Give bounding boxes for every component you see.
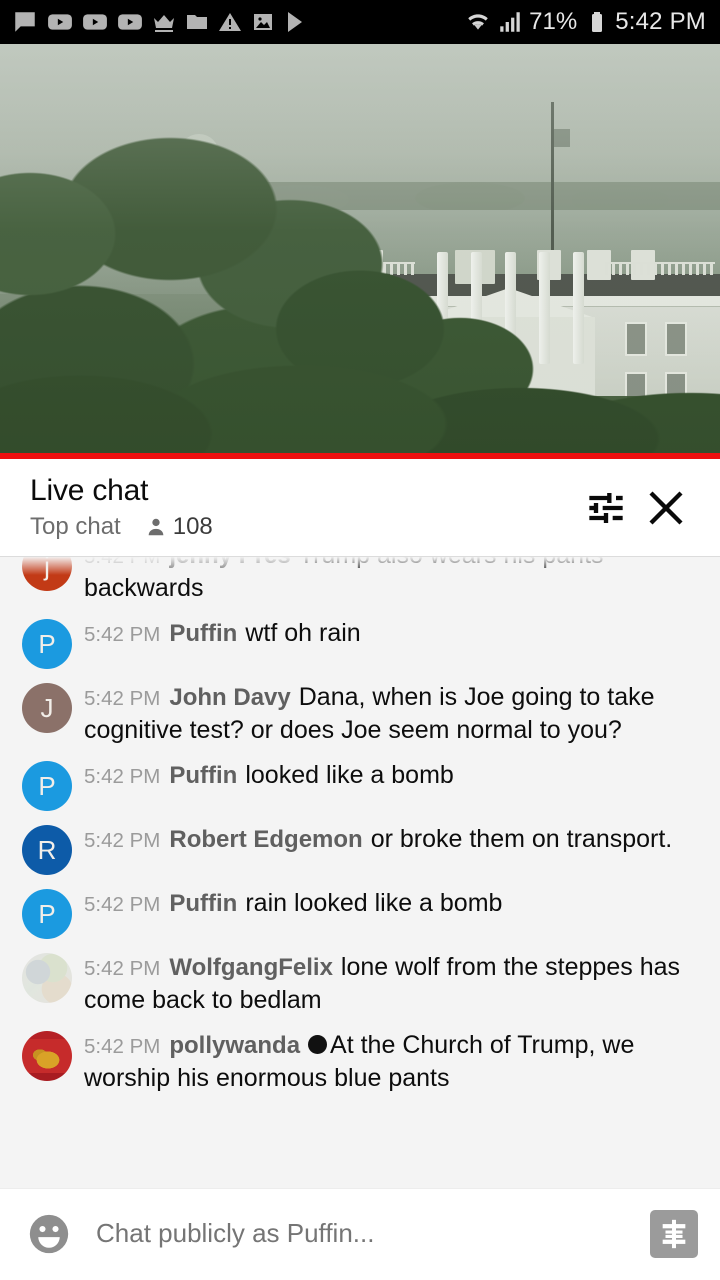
message-text: wtf oh rain <box>245 619 361 647</box>
message-author[interactable]: John Davy <box>169 684 290 711</box>
super-chat-button[interactable] <box>650 1209 698 1258</box>
avatar[interactable]: J <box>22 683 72 733</box>
chat-mode-label[interactable]: Top chat <box>30 513 121 541</box>
chat-message-body: 5:42 PM Robert Edgemon or broke them on tr… <box>84 819 706 875</box>
close-chat-button[interactable] <box>636 478 696 538</box>
warning-triangle-icon <box>219 13 241 31</box>
crown-icon <box>154 15 174 32</box>
youtube-icon <box>83 14 107 30</box>
viewer-count-label: 108 <box>172 513 213 541</box>
chat-settings-button[interactable] <box>576 478 636 538</box>
chat-message-body: 5:42 PM Puffin looked like a bomb <box>84 755 706 811</box>
message-author[interactable]: Puffin <box>169 762 237 789</box>
message-timestamp: 5:42 PM <box>84 765 161 788</box>
foreground-trees-bottom <box>0 344 720 459</box>
avatar[interactable] <box>22 953 72 1003</box>
battery-percent-label: 71% <box>529 8 578 35</box>
youtube-icon <box>118 14 142 30</box>
folder-icon <box>187 15 207 29</box>
live-chat-header: Live chat Top chat 108 <box>0 459 720 556</box>
message-author[interactable]: jenny Pres <box>169 557 290 569</box>
wifi-icon <box>468 14 488 30</box>
super-chat-dollar-icon <box>662 1219 686 1248</box>
close-icon <box>649 490 683 525</box>
live-chat-header-text: Live chat Top chat 108 <box>30 474 576 542</box>
status-bar: 71% 5:42 PM <box>0 0 720 44</box>
chat-message[interactable]: P 5:42 PM Puffin wtf oh rain <box>0 613 720 669</box>
emoji-picker-button[interactable] <box>26 1211 72 1257</box>
message-text: or broke them on transport. <box>370 825 673 853</box>
cell-signal-icon <box>500 12 520 32</box>
message-timestamp: 5:42 PM <box>84 957 161 980</box>
chat-composer <box>0 1188 720 1278</box>
chat-message-body: 5:42 PM Puffin rain looked like a bomb <box>84 883 706 939</box>
chat-message[interactable]: P 5:42 PM Puffin looked like a bomb <box>0 755 720 811</box>
emoji-face-icon <box>29 1214 69 1253</box>
play-store-icon <box>288 12 302 32</box>
live-chat-subheader: Top chat 108 <box>30 513 576 541</box>
message-text: At the Church of Trump, we worship his e… <box>84 1031 635 1092</box>
avatar[interactable]: P <box>22 889 72 939</box>
tune-icon <box>589 492 623 523</box>
message-timestamp: 5:42 PM <box>84 1035 161 1058</box>
message-author[interactable]: Puffin <box>169 890 237 917</box>
avatar[interactable]: R <box>22 825 72 875</box>
person-icon <box>148 519 164 536</box>
chat-message[interactable]: 5:42 PM WolfgangFelix lone wolf from the s… <box>0 947 720 1017</box>
message-text: rain looked like a bomb <box>245 889 503 917</box>
message-timestamp: 5:42 PM <box>84 687 161 710</box>
flag <box>554 129 570 147</box>
chat-message[interactable]: 5:42 PM pollywanda At the Church of Trump,… <box>0 1025 720 1095</box>
message-timestamp: 5:42 PM <box>84 623 161 646</box>
message-timestamp: 5:42 PM <box>84 893 161 916</box>
message-author[interactable]: Puffin <box>169 620 237 647</box>
status-bar-system-indicators: 71% 5:42 PM <box>465 8 706 36</box>
chat-message-body: 5:42 PM jenny PresTrump also wears his pa… <box>84 556 706 605</box>
viewer-count-group: 108 <box>145 513 213 541</box>
status-bar-notification-icons <box>12 9 308 35</box>
message-author[interactable]: WolfgangFelix <box>169 954 333 981</box>
chat-input[interactable] <box>96 1218 650 1249</box>
battery-icon <box>592 12 603 32</box>
clock-label: 5:42 PM <box>615 8 706 35</box>
avatar[interactable] <box>22 1031 72 1081</box>
chat-message[interactable]: P 5:42 PM Puffin rain looked like a bomb <box>0 883 720 939</box>
message-timestamp: 5:42 PM <box>84 829 161 852</box>
message-text: Trump also wears his pants backwards <box>84 557 604 602</box>
image-icon <box>254 14 272 30</box>
chat-bubble-icon <box>15 12 35 32</box>
chat-message[interactable]: j 5:42 PM jenny PresTrump also wears his p… <box>0 556 720 605</box>
chat-message[interactable]: J 5:42 PM John Davy Dana, when is Joe going… <box>0 677 720 747</box>
chat-message-body: 5:42 PM pollywanda At the Church of Trump,… <box>84 1025 706 1095</box>
chat-message[interactable]: R 5:42 PM Robert Edgemon or broke them on t… <box>0 819 720 875</box>
message-text: looked like a bomb <box>245 761 454 789</box>
message-timestamp: 5:42 PM <box>84 556 161 568</box>
chat-message-body: 5:42 PM John Davy Dana, when is Joe going … <box>84 677 706 747</box>
avatar[interactable]: P <box>22 761 72 811</box>
video-player[interactable] <box>0 44 720 459</box>
avatar[interactable]: P <box>22 619 72 669</box>
chat-message-list[interactable]: j 5:42 PM jenny PresTrump also wears his p… <box>0 556 720 1188</box>
black-circle-emoji <box>308 1035 328 1054</box>
avatar[interactable]: j <box>22 557 72 591</box>
message-author[interactable]: Robert Edgemon <box>169 826 362 853</box>
chat-message-body: 5:42 PM Puffin wtf oh rain <box>84 613 706 669</box>
message-author[interactable]: pollywanda <box>169 1032 300 1059</box>
chat-message-body: 5:42 PM WolfgangFelix lone wolf from the s… <box>84 947 706 1017</box>
video-progress-bar[interactable] <box>0 453 720 459</box>
youtube-icon <box>48 14 72 30</box>
page-title: Live chat <box>30 473 149 507</box>
flagpole <box>551 102 554 252</box>
